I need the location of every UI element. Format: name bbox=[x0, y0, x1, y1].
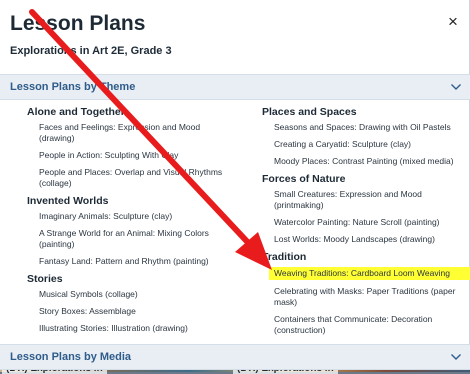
lesson-plans-modal: Lesson Plans Explorations in Art 2E, Gra… bbox=[0, 0, 470, 370]
theme-group: Tradition Weaving Traditions: Cardboard … bbox=[262, 251, 470, 336]
close-icon[interactable]: × bbox=[444, 13, 462, 31]
lesson-plan-link[interactable]: Moody Places: Contrast Painting (mixed m… bbox=[274, 156, 470, 167]
lesson-plan-link[interactable]: Musical Symbols (collage) bbox=[39, 289, 237, 300]
lesson-plan-link[interactable]: Containers that Communicate: Decoration … bbox=[274, 314, 470, 336]
lesson-plan-link[interactable]: Watercolor Painting: Nature Scroll (pain… bbox=[274, 217, 470, 228]
theme-group: Invented Worlds Imaginary Animals: Sculp… bbox=[27, 195, 237, 267]
chevron-down-icon bbox=[451, 84, 461, 90]
theme-group-title: Alone and Together bbox=[27, 106, 125, 118]
theme-group: Places and Spaces Seasons and Spaces: Dr… bbox=[262, 106, 470, 167]
lesson-plan-link[interactable]: Small Creatures: Expression and Mood (pr… bbox=[274, 189, 470, 211]
theme-group-title: Places and Spaces bbox=[262, 106, 357, 118]
theme-group-title: Invented Worlds bbox=[27, 195, 109, 207]
lesson-plan-link[interactable]: Story Boxes: Assemblage bbox=[39, 306, 237, 317]
modal-title: Lesson Plans bbox=[10, 12, 146, 35]
lesson-plan-link[interactable]: Illustrating Stories: Illustration (draw… bbox=[39, 323, 237, 334]
lesson-plan-link[interactable]: Seasons and Spaces: Drawing with Oil Pas… bbox=[274, 122, 470, 133]
theme-group-title: Tradition bbox=[262, 251, 307, 263]
theme-group-title: Forces of Nature bbox=[262, 173, 346, 185]
lesson-plan-link[interactable]: Lost Worlds: Moody Landscapes (drawing) bbox=[274, 234, 470, 245]
accordion-lesson-plans-by-theme[interactable]: Lesson Plans by Theme bbox=[0, 74, 470, 100]
accordion-label: Lesson Plans by Media bbox=[10, 351, 132, 363]
accordion-label: Lesson Plans by Theme bbox=[10, 81, 136, 93]
theme-group: Alone and Together Faces and Feelings: E… bbox=[27, 106, 237, 189]
lesson-plan-link[interactable]: Faces and Feelings: Expression and Mood … bbox=[39, 122, 237, 144]
theme-group: Forces of Nature Small Creatures: Expres… bbox=[262, 173, 470, 245]
lesson-plan-link[interactable]: Imaginary Animals: Sculpture (clay) bbox=[39, 211, 237, 222]
lesson-plan-link[interactable]: Creating a Caryatid: Sculpture (clay) bbox=[274, 139, 470, 150]
lesson-plan-link[interactable]: Celebrating with Masks: Paper Traditions… bbox=[274, 286, 470, 308]
accordion-lesson-plans-by-media[interactable]: Lesson Plans by Media bbox=[0, 344, 470, 370]
theme-column-right: Places and Spaces Seasons and Spaces: Dr… bbox=[262, 106, 470, 342]
modal-subtitle: Explorations in Art 2E, Grade 3 bbox=[10, 45, 172, 57]
theme-column-left: Alone and Together Faces and Feelings: E… bbox=[27, 106, 237, 340]
theme-group: Stories Musical Symbols (collage) Story … bbox=[27, 273, 237, 334]
lesson-plan-link[interactable]: People in Action: Sculpting With Clay bbox=[39, 150, 237, 161]
lesson-plan-link[interactable]: People and Places: Overlap and Visual Rh… bbox=[39, 167, 237, 189]
lesson-plan-link[interactable]: Fantasy Land: Pattern and Rhythm (painti… bbox=[39, 256, 237, 267]
lesson-plan-link[interactable]: A Strange World for an Animal: Mixing Co… bbox=[39, 228, 237, 250]
lesson-plan-link-highlighted[interactable]: Weaving Traditions: Cardboard Loom Weavi… bbox=[269, 267, 470, 280]
chevron-down-icon bbox=[451, 354, 461, 360]
theme-group-title: Stories bbox=[27, 273, 63, 285]
